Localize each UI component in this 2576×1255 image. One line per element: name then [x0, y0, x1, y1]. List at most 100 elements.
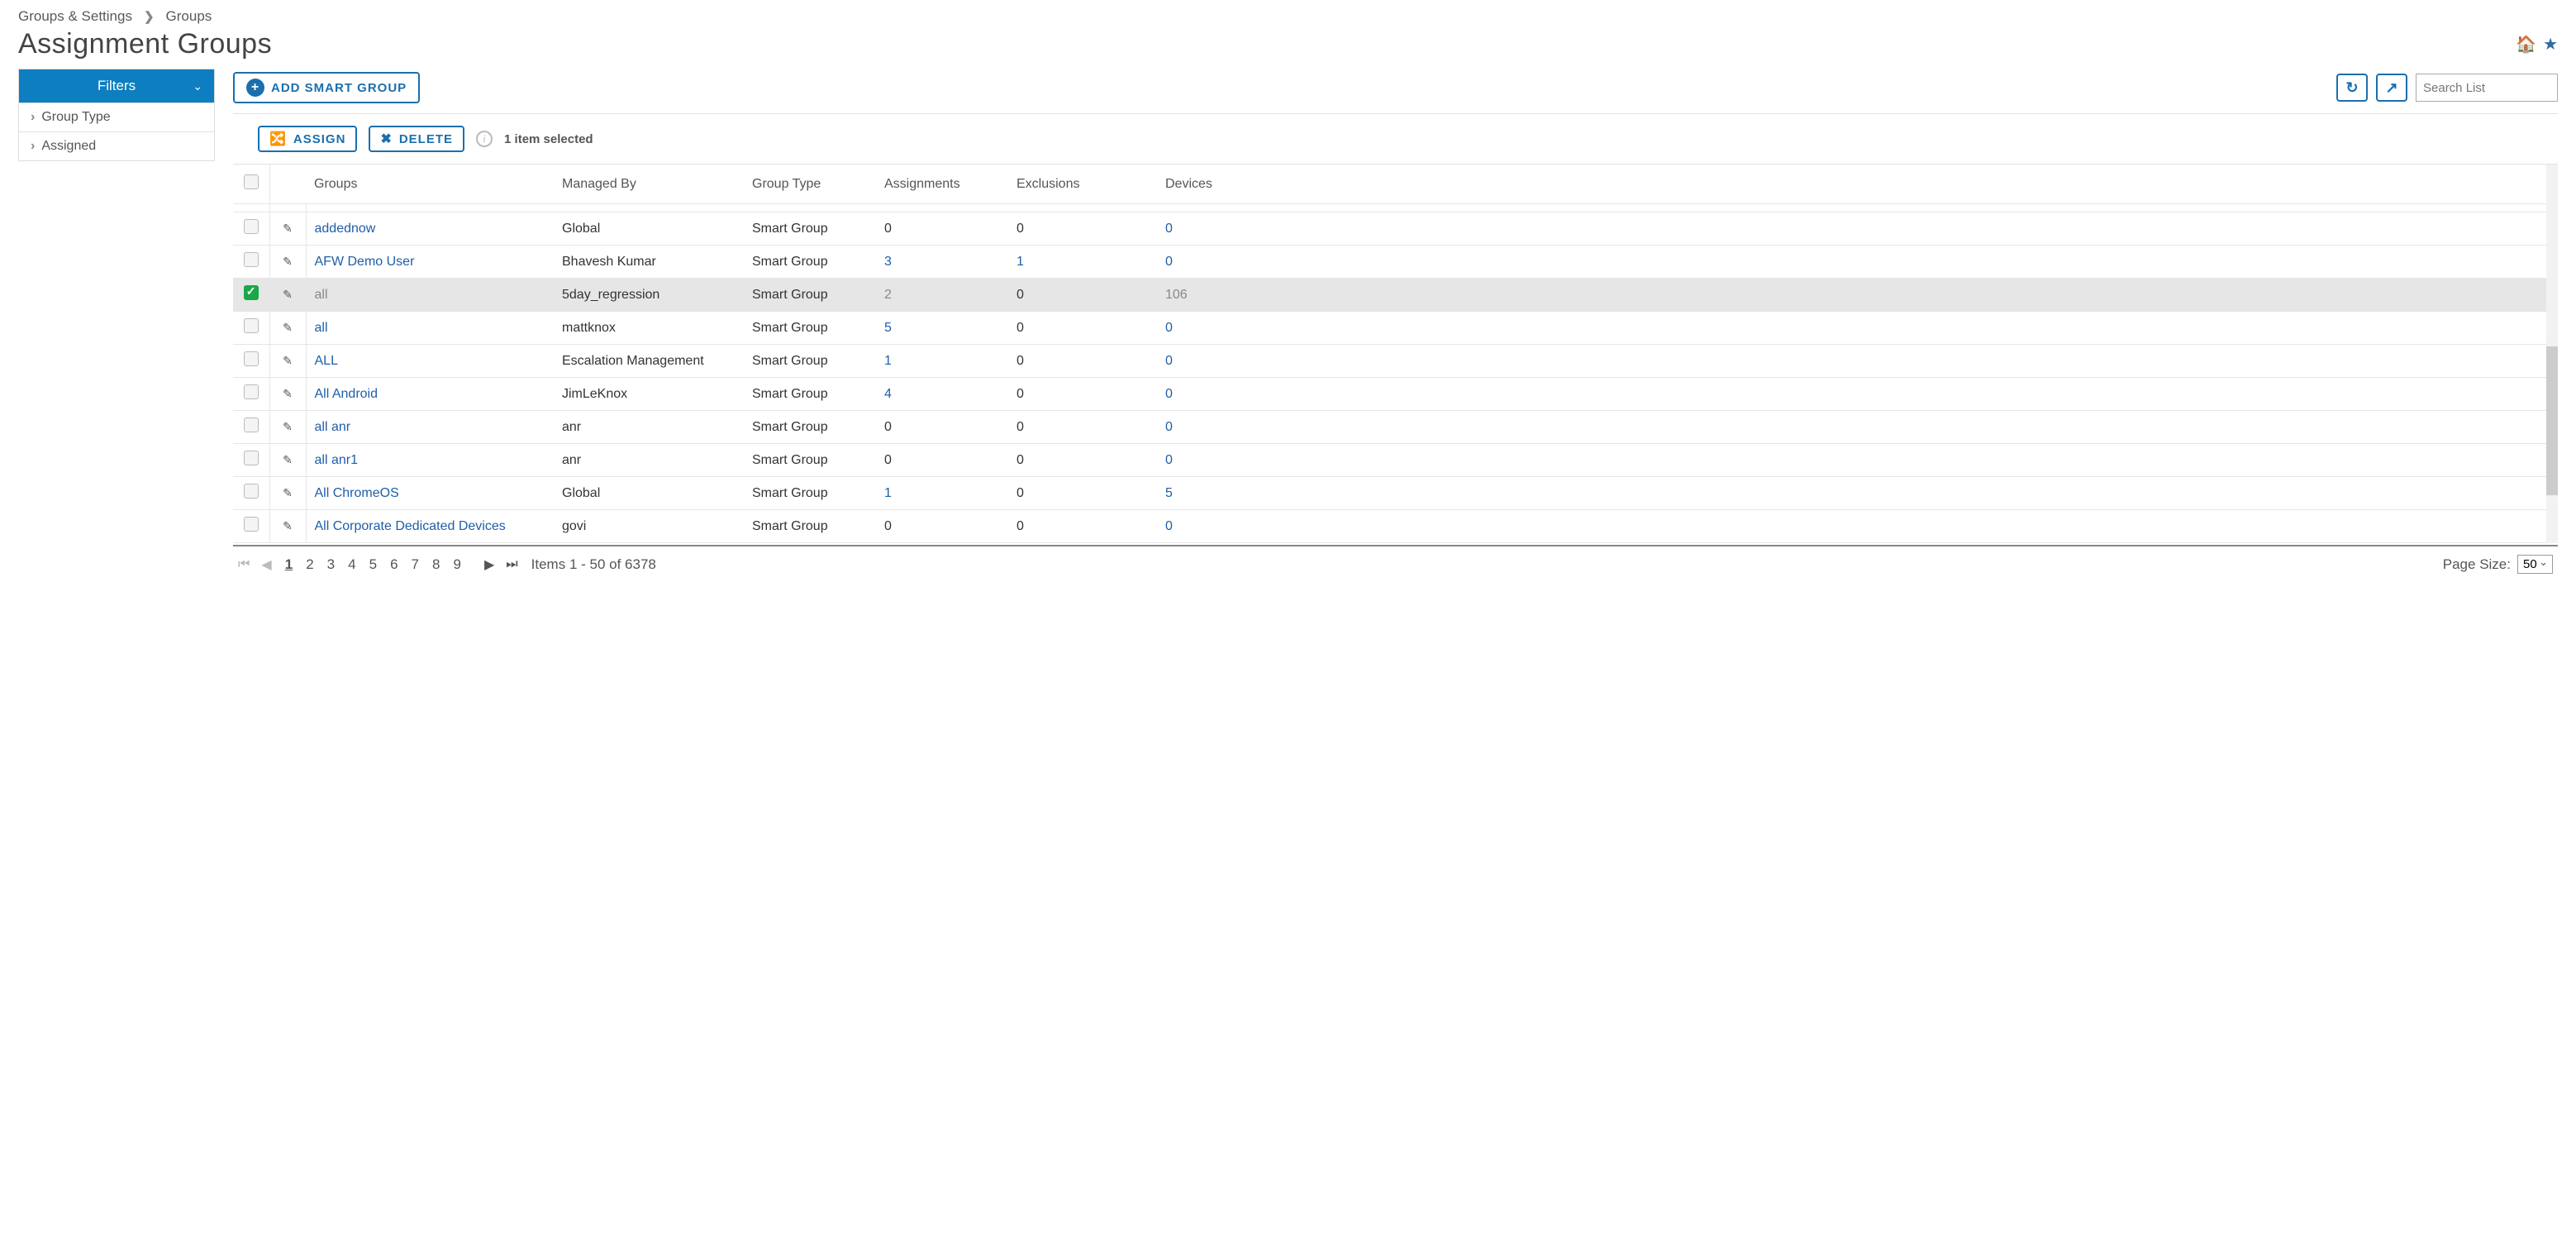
add-smart-group-button[interactable]: + ADD SMART GROUP — [233, 72, 420, 103]
group-type-value: Smart Group — [752, 222, 828, 236]
filters-sidebar: Filters ⌄ Group Type Assigned — [18, 69, 215, 161]
export-button[interactable]: ↗ — [2376, 74, 2407, 102]
devices-value[interactable]: 0 — [1165, 420, 1173, 434]
breadcrumb-root[interactable]: Groups & Settings — [18, 8, 132, 25]
group-name-link[interactable]: All Android — [315, 387, 379, 401]
exclusions-value[interactable]: 1 — [1017, 255, 1024, 269]
exclusions-value: 0 — [1017, 354, 1024, 368]
group-name-link[interactable]: All ChromeOS — [315, 486, 399, 500]
refresh-button[interactable]: ↻ — [2336, 74, 2368, 102]
page-number[interactable]: 5 — [368, 556, 379, 572]
add-smart-group-label: ADD SMART GROUP — [271, 81, 407, 95]
col-assignments[interactable]: Assignments — [876, 165, 1008, 204]
col-managed-by[interactable]: Managed By — [554, 165, 744, 204]
info-icon: i — [476, 131, 493, 147]
managed-by-value: anr — [562, 453, 581, 467]
page-number[interactable]: 4 — [346, 556, 357, 572]
home-icon[interactable]: 🏠 — [2516, 34, 2536, 55]
devices-value[interactable]: 0 — [1165, 255, 1173, 269]
pagination-info: Items 1 - 50 of 6378 — [531, 556, 656, 573]
page-number[interactable]: 8 — [431, 556, 441, 572]
sidebar-item-group-type[interactable]: Group Type — [19, 103, 214, 131]
next-page-button[interactable]: ▶ — [484, 556, 494, 573]
last-page-button[interactable]: ⏭ — [506, 557, 517, 572]
edit-icon[interactable]: ✎ — [283, 420, 293, 433]
col-group-type[interactable]: Group Type — [744, 165, 876, 204]
group-type-value: Smart Group — [752, 255, 828, 269]
group-name-link[interactable]: addednow — [315, 222, 376, 236]
page-number[interactable]: 9 — [451, 556, 462, 572]
group-name-link[interactable]: all — [315, 321, 328, 335]
table-row: ✎AFW Demo UserBhavesh KumarSmart Group31… — [233, 246, 2558, 279]
breadcrumb-leaf[interactable]: Groups — [166, 8, 212, 25]
table-row-partial — [233, 204, 2558, 212]
edit-icon[interactable]: ✎ — [283, 486, 293, 499]
col-exclusions[interactable]: Exclusions — [1008, 165, 1157, 204]
row-checkbox[interactable] — [244, 318, 259, 333]
group-name-link[interactable]: All Corporate Dedicated Devices — [315, 519, 506, 533]
prev-page-button[interactable]: ◀ — [261, 556, 271, 573]
row-checkbox[interactable] — [244, 252, 259, 267]
edit-icon[interactable]: ✎ — [283, 354, 293, 367]
devices-value[interactable]: 0 — [1165, 321, 1173, 335]
row-checkbox[interactable] — [244, 484, 259, 499]
star-icon[interactable]: ★ — [2543, 34, 2558, 55]
group-name-link[interactable]: all anr — [315, 420, 351, 434]
row-checkbox[interactable] — [244, 351, 259, 366]
row-checkbox[interactable] — [244, 384, 259, 399]
row-checkbox[interactable] — [244, 517, 259, 532]
assignments-value[interactable]: 5 — [884, 321, 892, 335]
filters-header-label: Filters — [98, 78, 136, 94]
sidebar-item-assigned[interactable]: Assigned — [19, 131, 214, 160]
assignments-value[interactable]: 4 — [884, 387, 892, 401]
devices-value[interactable]: 0 — [1165, 519, 1173, 533]
edit-icon[interactable]: ✎ — [283, 288, 293, 301]
edit-icon[interactable]: ✎ — [283, 222, 293, 235]
filters-header[interactable]: Filters ⌄ — [19, 69, 214, 103]
edit-icon[interactable]: ✎ — [283, 519, 293, 532]
assignments-value[interactable]: 3 — [884, 255, 892, 269]
row-checkbox[interactable] — [244, 451, 259, 465]
first-page-button[interactable]: ⏮ — [238, 557, 250, 572]
page-size-select[interactable]: 50 — [2517, 555, 2553, 574]
group-name-link[interactable]: all anr1 — [315, 453, 358, 467]
devices-value[interactable]: 0 — [1165, 387, 1173, 401]
assignments-value[interactable]: 1 — [884, 354, 892, 368]
edit-icon[interactable]: ✎ — [283, 255, 293, 268]
page-number[interactable]: 7 — [410, 556, 421, 572]
group-type-value: Smart Group — [752, 420, 828, 434]
managed-by-value: anr — [562, 420, 581, 434]
sidebar-item-label: Assigned — [41, 139, 96, 154]
row-checkbox[interactable] — [244, 418, 259, 432]
group-name-link[interactable]: all — [315, 288, 328, 302]
group-name-link[interactable]: AFW Demo User — [315, 255, 415, 269]
page-number[interactable]: 1 — [283, 556, 294, 572]
row-checkbox[interactable] — [244, 285, 259, 300]
table-row: ✎addednowGlobalSmart Group000 — [233, 212, 2558, 246]
col-devices[interactable]: Devices — [1157, 165, 2558, 204]
assign-button[interactable]: 🔀 ASSIGN — [258, 126, 357, 152]
group-name-link[interactable]: ALL — [315, 354, 338, 368]
devices-value[interactable]: 5 — [1165, 486, 1173, 500]
devices-value[interactable]: 106 — [1165, 288, 1188, 302]
devices-value[interactable]: 0 — [1165, 453, 1173, 467]
scrollbar-thumb[interactable] — [2546, 346, 2558, 495]
col-groups[interactable]: Groups — [306, 165, 554, 204]
search-input[interactable] — [2416, 74, 2558, 102]
exclusions-value: 0 — [1017, 420, 1024, 434]
delete-button[interactable]: ✖ DELETE — [369, 126, 464, 152]
assignments-value[interactable]: 1 — [884, 486, 892, 500]
devices-value[interactable]: 0 — [1165, 222, 1173, 236]
row-checkbox[interactable] — [244, 219, 259, 234]
edit-icon[interactable]: ✎ — [283, 321, 293, 334]
edit-icon[interactable]: ✎ — [283, 387, 293, 400]
select-all-checkbox[interactable] — [244, 174, 259, 189]
shuffle-icon: 🔀 — [269, 131, 287, 147]
devices-value[interactable]: 0 — [1165, 354, 1173, 368]
page-number[interactable]: 6 — [388, 556, 399, 572]
page-number[interactable]: 3 — [326, 556, 336, 572]
assignments-value[interactable]: 2 — [884, 288, 892, 302]
edit-icon[interactable]: ✎ — [283, 453, 293, 466]
assignments-value: 0 — [884, 222, 892, 236]
page-number[interactable]: 2 — [304, 556, 315, 572]
